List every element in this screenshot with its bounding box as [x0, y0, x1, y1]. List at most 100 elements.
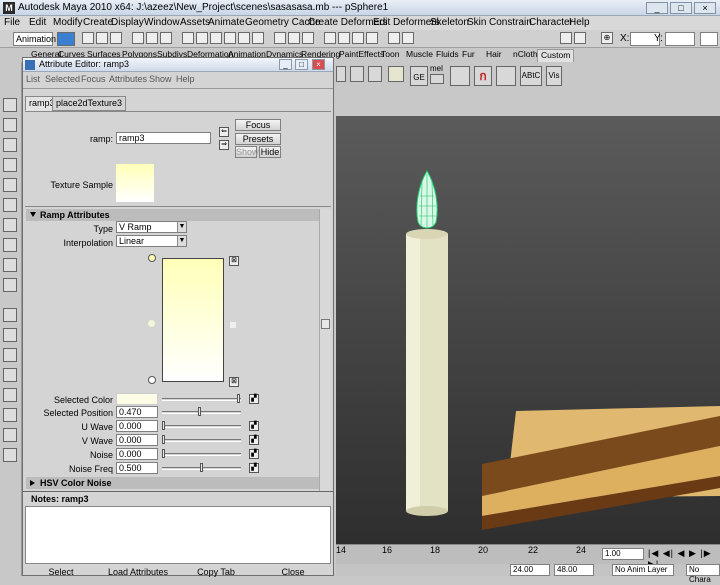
- ramp-color-entry-top[interactable]: [148, 254, 156, 262]
- lasso-tool-icon[interactable]: [3, 118, 17, 132]
- noise-freq-field[interactable]: 0.500: [116, 462, 158, 474]
- select-button[interactable]: Select: [23, 566, 99, 578]
- last-tool-icon[interactable]: [3, 238, 17, 252]
- shelf-tab-ncloth[interactable]: nCloth: [513, 49, 538, 62]
- absolute-transform-icon[interactable]: ⊕: [601, 32, 613, 44]
- noise-freq-slider-thumb[interactable]: [200, 463, 203, 472]
- snap-plane-icon[interactable]: [238, 32, 250, 44]
- delete-entry-top-icon[interactable]: ⊠: [229, 256, 239, 266]
- rotate-tool-icon[interactable]: [574, 32, 586, 44]
- layout-option-3-icon[interactable]: [3, 348, 17, 362]
- menu-help[interactable]: Help: [569, 17, 590, 28]
- shelf-item-3-icon[interactable]: [388, 66, 404, 82]
- layout-option-1-icon[interactable]: [3, 308, 17, 322]
- live-surface-icon[interactable]: [252, 32, 264, 44]
- layout-four-icon[interactable]: [3, 278, 17, 292]
- selected-color-slider-thumb[interactable]: [237, 394, 240, 403]
- selected-color-slider[interactable]: [162, 398, 241, 401]
- shelf-tab-muscle[interactable]: Muscle: [406, 49, 433, 62]
- layout-option-4-icon[interactable]: [3, 368, 17, 382]
- ae-minimize-button[interactable]: _: [279, 59, 292, 70]
- select-object-icon[interactable]: [146, 32, 158, 44]
- perspective-viewport[interactable]: [336, 116, 720, 544]
- layout-option-8-icon[interactable]: [3, 448, 17, 462]
- type-dropdown[interactable]: V Ramp ▼: [116, 221, 187, 233]
- map-noise-freq-icon[interactable]: ▞: [249, 463, 259, 473]
- presets-button[interactable]: Presets: [235, 133, 281, 145]
- output-connection-icon[interactable]: ⇒: [219, 140, 229, 150]
- map-noise-icon[interactable]: ▞: [249, 449, 259, 459]
- rotate-tool-side-icon[interactable]: [3, 178, 17, 192]
- menu-skin[interactable]: Skin: [467, 17, 486, 28]
- shelf-tab-toon[interactable]: Toon: [381, 49, 399, 62]
- ramp-color-entry-mid[interactable]: [148, 320, 155, 327]
- input-line-icon[interactable]: [388, 32, 400, 44]
- inputs-icon[interactable]: [288, 32, 300, 44]
- ae-scrollbar-thumb[interactable]: [321, 319, 330, 329]
- menu-skeleton[interactable]: Skeleton: [430, 17, 469, 28]
- hide-button[interactable]: Hide: [259, 146, 281, 158]
- outputs-icon[interactable]: [302, 32, 314, 44]
- menu-edit[interactable]: Edit: [29, 17, 46, 28]
- shelf-abtc-icon[interactable]: ABtC: [520, 66, 542, 86]
- layout-option-5-icon[interactable]: [3, 388, 17, 402]
- notes-textarea[interactable]: [25, 506, 331, 564]
- ae-menu-selected[interactable]: Selected: [45, 74, 80, 84]
- layout-option-2-icon[interactable]: [3, 328, 17, 342]
- scale-tool-side-icon[interactable]: [3, 198, 17, 212]
- open-scene-icon[interactable]: [96, 32, 108, 44]
- manipulator-tool-icon[interactable]: [3, 218, 17, 232]
- z-field[interactable]: [700, 32, 718, 46]
- noise-field[interactable]: 0.000: [116, 448, 158, 460]
- shelf-tool-icon[interactable]: [496, 66, 516, 86]
- shelf-tab-painteffects[interactable]: PaintEffects: [339, 49, 384, 62]
- current-frame-field[interactable]: 1.00: [602, 548, 644, 560]
- delete-entry-bottom-icon[interactable]: ⊠: [229, 377, 239, 387]
- show-button[interactable]: Show: [235, 146, 259, 158]
- menu-set-selector[interactable]: Animation: [13, 32, 56, 46]
- ramp-node-name-field[interactable]: ramp3: [116, 132, 211, 144]
- u-wave-slider-thumb[interactable]: [162, 421, 165, 430]
- new-scene-icon[interactable]: [82, 32, 94, 44]
- ipr-render-icon[interactable]: [352, 32, 364, 44]
- render-frame-icon[interactable]: [338, 32, 350, 44]
- history-icon[interactable]: [274, 32, 286, 44]
- ramp-gradient[interactable]: [162, 258, 224, 382]
- shelf-item-1-icon[interactable]: [350, 66, 364, 82]
- snap-curve-icon[interactable]: [210, 32, 222, 44]
- shelf-item-2-icon[interactable]: [368, 66, 382, 82]
- u-wave-slider[interactable]: [162, 425, 241, 428]
- v-wave-slider[interactable]: [162, 439, 241, 442]
- ae-scrollbar[interactable]: [319, 209, 331, 491]
- shelf-tab-fur[interactable]: Fur: [462, 49, 475, 62]
- shelf-paint-icon[interactable]: [450, 66, 470, 86]
- interpolation-dropdown[interactable]: Linear ▼: [116, 235, 187, 247]
- ae-close-button[interactable]: ×: [312, 59, 325, 70]
- close-button[interactable]: Close: [255, 566, 331, 578]
- mask-icon[interactable]: [182, 32, 194, 44]
- v-wave-slider-thumb[interactable]: [162, 435, 165, 444]
- load-attributes-button[interactable]: Load Attributes: [99, 566, 177, 578]
- menu-animate[interactable]: Animate: [208, 17, 245, 28]
- ae-menu-list[interactable]: List: [26, 74, 40, 84]
- menu-assets[interactable]: Assets: [180, 17, 210, 28]
- close-window-button[interactable]: ×: [694, 2, 716, 14]
- copy-tab-button[interactable]: Copy Tab: [177, 566, 255, 578]
- map-v-wave-icon[interactable]: ▞: [249, 435, 259, 445]
- menu-file[interactable]: File: [4, 17, 20, 28]
- noise-slider[interactable]: [162, 453, 241, 456]
- move-tool-icon[interactable]: [560, 32, 572, 44]
- shelf-curve-icon[interactable]: ก: [474, 66, 492, 86]
- texture-sample-swatch[interactable]: [116, 164, 154, 202]
- render-view-icon[interactable]: [324, 32, 336, 44]
- rename-icon[interactable]: [402, 32, 414, 44]
- layout-option-7-icon[interactable]: [3, 428, 17, 442]
- shelf-mel-icon[interactable]: [430, 74, 444, 84]
- range-start-field[interactable]: 24.00: [510, 564, 550, 576]
- ramp-attributes-header[interactable]: Ramp Attributes: [26, 209, 319, 221]
- menu-create[interactable]: Create: [83, 17, 113, 28]
- delete-entry-mid-icon[interactable]: [230, 322, 236, 328]
- character-select[interactable]: No Chara: [686, 564, 720, 584]
- focus-button[interactable]: Focus: [235, 119, 281, 131]
- menu-window[interactable]: Window: [144, 17, 180, 28]
